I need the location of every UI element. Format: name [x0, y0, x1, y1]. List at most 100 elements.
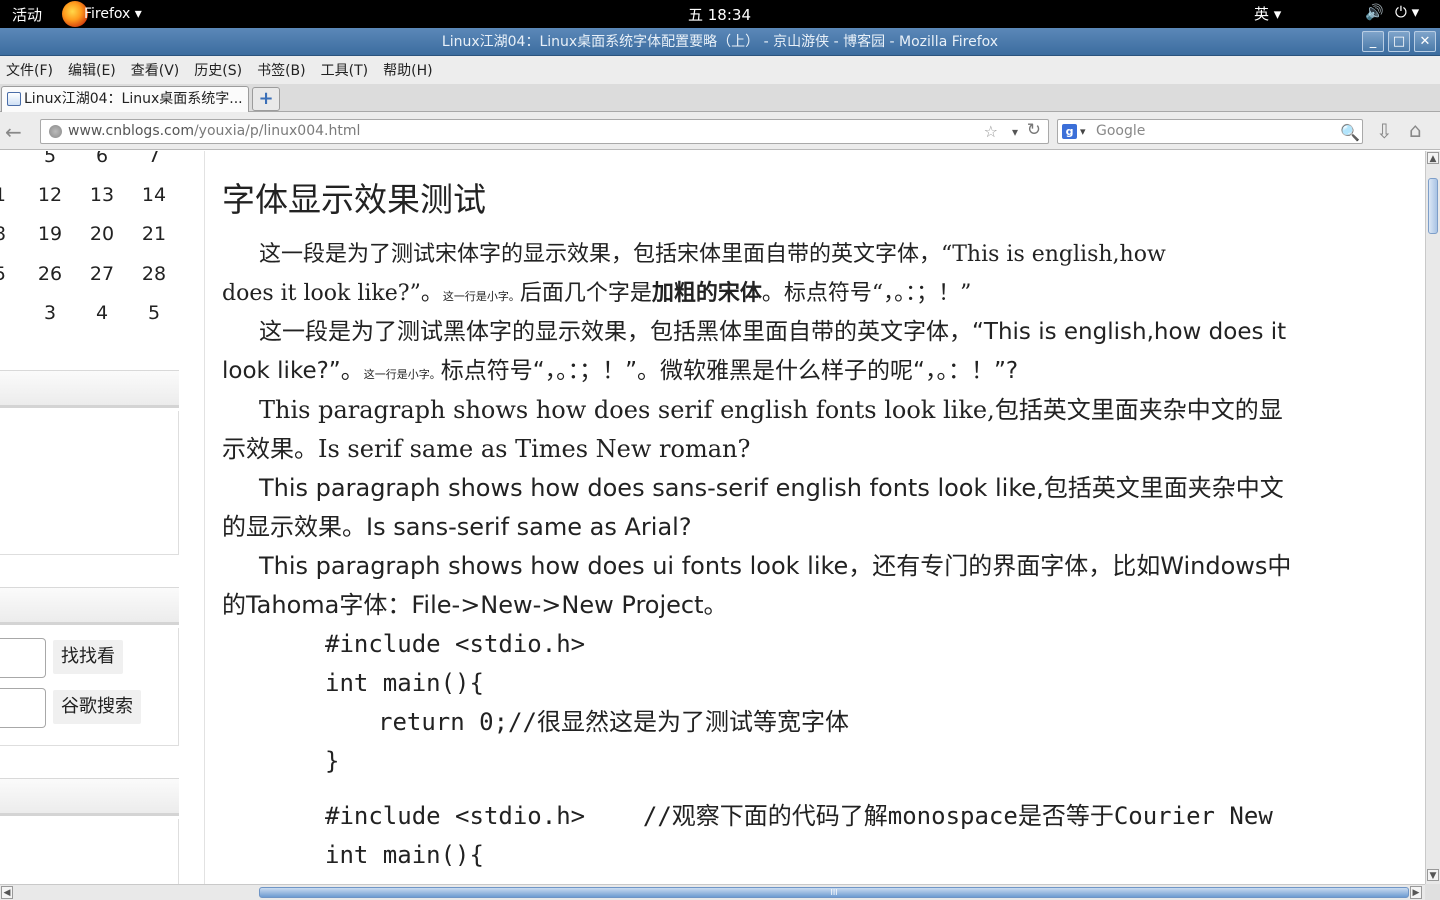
code-line: } — [325, 747, 340, 775]
calendar-day[interactable]: 13 — [82, 184, 122, 206]
close-button[interactable]: ✕ — [1414, 31, 1436, 52]
calendar-day[interactable]: 27 — [82, 263, 122, 285]
google-engine-icon[interactable]: g — [1062, 124, 1077, 139]
tab-active[interactable]: Linux江湖04：Linux桌面系统字... — [1, 86, 249, 113]
search-bar[interactable]: g ▾ Google 🔍 — [1057, 119, 1363, 144]
calendar-day[interactable]: 19 — [30, 223, 70, 245]
url-path: /youxia/p/linux004.html — [193, 123, 361, 139]
reload-icon[interactable]: ↻ — [1027, 119, 1041, 142]
text-run: 。标点符号“，。：；！” — [761, 281, 972, 306]
small-text-run: 这一行是小字。 — [442, 290, 520, 303]
menu-file[interactable]: 文件(F) — [6, 60, 53, 80]
scroll-down-icon[interactable]: ▼ — [1427, 869, 1439, 881]
sidebar-search-box: 找找看 谷歌搜索 — [0, 628, 179, 746]
scroll-up-icon[interactable]: ▲ — [1427, 152, 1439, 164]
url-host: www.cnblogs.com — [68, 123, 194, 139]
paragraph-ui-line2: 的Tahoma字体：File->New->New Project。 — [222, 591, 728, 619]
google-search-button[interactable]: 谷歌搜索 — [53, 690, 141, 724]
home-icon[interactable]: ⌂ — [1409, 118, 1422, 142]
power-icon[interactable]: ⏻ ▾ — [1395, 3, 1419, 21]
code-line: int main(){ — [325, 669, 484, 697]
calendar-day[interactable]: 12 — [30, 184, 70, 206]
page-viewport: 5 6 7 1 12 13 14 8 19 20 21 5 26 27 28 — [0, 151, 1425, 884]
menu-history[interactable]: 历史(S) — [194, 60, 242, 80]
sidebar-section-box — [0, 411, 179, 555]
menu-edit[interactable]: 编辑(E) — [68, 60, 116, 80]
menu-tools[interactable]: 工具(T) — [321, 60, 368, 80]
calendar-day[interactable]: 3 — [30, 302, 70, 324]
calendar-day[interactable]: 28 — [134, 263, 174, 285]
code-line: #include <stdio.h> — [325, 630, 586, 658]
calendar-day[interactable]: 26 — [30, 263, 70, 285]
input-method-indicator[interactable]: 英 ▾ — [1254, 3, 1281, 24]
text-run: 标点符号“，。：；！”。微软雅黑是什么样子的呢“，。：！”? — [440, 358, 1019, 384]
text-run: 后面几个字是 — [519, 281, 652, 306]
menu-help[interactable]: 帮助(H) — [383, 60, 432, 80]
activities-button[interactable]: 活动 — [12, 4, 42, 25]
article-heading: 字体显示效果测试 — [222, 180, 486, 219]
minimize-button[interactable]: _ — [1362, 31, 1384, 52]
vertical-scrollbar[interactable]: ▲ ▼ — [1425, 151, 1440, 884]
calendar-day[interactable]: 20 — [82, 223, 122, 245]
calendar-day[interactable]: 5 — [134, 302, 174, 324]
sidebar-section-header — [0, 370, 179, 408]
menu-bar: 文件(F) 编辑(E) 查看(V) 历史(S) 书签(B) 工具(T) 帮助(H… — [0, 56, 1440, 84]
clock[interactable]: 五 18:34 — [688, 4, 751, 25]
paragraph-sansserif-line1: This paragraph shows how does sans-serif… — [259, 474, 1284, 502]
code-line: #include <stdio.h> //观察下面的代码了解monospace是… — [325, 802, 1273, 830]
calendar-day[interactable]: 5 — [0, 263, 6, 285]
tab-bar: Linux江湖04：Linux桌面系统字... + — [0, 84, 1440, 113]
window-titlebar[interactable]: Linux江湖04：Linux桌面系统字体配置要略（上） - 京山游侠 - 博客… — [0, 28, 1440, 56]
app-menu[interactable]: Firefox ▾ — [62, 0, 142, 28]
vertical-scroll-thumb[interactable] — [1428, 178, 1438, 234]
text-run: does it look like?”。 — [222, 281, 443, 306]
scroll-right-icon[interactable]: ▶ — [1410, 886, 1422, 899]
calendar-day[interactable]: 21 — [134, 223, 174, 245]
paragraph-heiti-line2: look like?”。这一行是小字。标点符号“，。：；！”。微软雅黑是什么样子… — [222, 352, 1018, 391]
paragraph-serif-line2: 示效果。Is serif same as Times New roman? — [222, 435, 751, 463]
bold-text-run: 加粗的宋体 — [651, 280, 762, 306]
back-icon[interactable]: ← — [5, 120, 22, 144]
sidebar-section-box — [0, 819, 179, 884]
calendar-day[interactable]: 4 — [82, 302, 122, 324]
new-tab-button[interactable]: + — [252, 87, 280, 111]
scroll-left-icon[interactable]: ◀ — [1, 886, 13, 899]
search-icon[interactable]: 🔍 — [1340, 121, 1360, 144]
url-history-dropdown-icon[interactable]: ▾ — [1012, 121, 1018, 144]
sidebar-section-header — [0, 778, 179, 816]
text-run: look like?”。 — [222, 358, 364, 384]
app-menu-label: Firefox ▾ — [84, 6, 142, 22]
horizontal-scroll-thumb[interactable]: III — [259, 887, 1409, 898]
calendar-day[interactable]: 14 — [134, 184, 174, 206]
paragraph-heiti-line1: 这一段是为了测试黑体字的显示效果，包括黑体里面自带的英文字体，“This is … — [259, 319, 1287, 345]
volume-icon[interactable]: 🔊 — [1365, 3, 1384, 21]
horizontal-scrollbar[interactable]: ◀ III ▶ — [0, 884, 1425, 900]
paragraph-sansserif-line2: 的显示效果。Is sans-serif same as Arial? — [222, 513, 692, 541]
site-identity-icon[interactable] — [49, 125, 62, 138]
sidebar-section-header — [0, 587, 179, 625]
menu-bookmarks[interactable]: 书签(B) — [257, 60, 306, 80]
calendar-day[interactable]: 7 — [134, 151, 174, 167]
paragraph-songti-line1: 这一段是为了测试宋体字的显示效果，包括宋体里面自带的英文字体，“This is … — [259, 242, 1166, 267]
search-placeholder: Google — [1096, 123, 1146, 139]
calendar-day[interactable]: 8 — [0, 223, 6, 245]
search-engine-dropdown-icon[interactable]: ▾ — [1080, 120, 1086, 143]
url-bar[interactable]: www.cnblogs.com/youxia/p/linux004.html ☆… — [40, 119, 1049, 144]
calendar-day[interactable]: 5 — [30, 151, 70, 167]
calendar-day[interactable]: 1 — [0, 184, 6, 206]
site-search-button[interactable]: 找找看 — [53, 640, 123, 674]
small-text-run: 这一行是小字。 — [363, 368, 441, 381]
site-search-input[interactable] — [0, 638, 46, 678]
bookmark-star-icon[interactable]: ☆ — [984, 120, 998, 143]
maximize-button[interactable]: □ — [1388, 31, 1410, 52]
menu-view[interactable]: 查看(V) — [131, 60, 180, 80]
paragraph-ui-line1: This paragraph shows how does ui fonts l… — [259, 552, 1292, 580]
window-title: Linux江湖04：Linux桌面系统字体配置要略（上） - 京山游侠 - 博客… — [441, 34, 999, 50]
calendar-day[interactable]: 6 — [82, 151, 122, 167]
blog-sidebar: 5 6 7 1 12 13 14 8 19 20 21 5 26 27 28 — [0, 151, 205, 884]
gnome-top-bar: 活动 Firefox ▾ 五 18:34 英 ▾ 🔊 ⏻ ▾ — [0, 0, 1440, 28]
download-icon[interactable]: ⇩ — [1376, 119, 1393, 143]
navigation-toolbar: ← www.cnblogs.com/youxia/p/linux004.html… — [0, 112, 1440, 150]
google-search-input[interactable] — [0, 688, 46, 728]
paragraph-serif-line1: This paragraph shows how does serif engl… — [259, 396, 1283, 424]
